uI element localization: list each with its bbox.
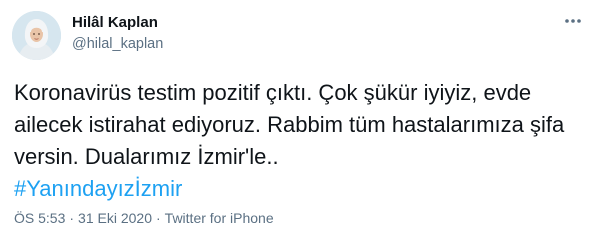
tweet-date[interactable]: 31 Eki 2020 <box>78 210 152 226</box>
more-dots-icon[interactable] <box>561 13 585 29</box>
meta-separator: · <box>69 210 75 226</box>
tweet-time[interactable]: ÖS 5:53 <box>14 210 65 226</box>
author-name[interactable]: Hilâl Kaplan <box>72 14 158 31</box>
tweet-text: Koronavirüs testim pozitif çıktı. Çok şü… <box>14 77 586 205</box>
meta-separator: · <box>156 210 161 226</box>
tweet-meta: ÖS 5:53 · 31 Eki 2020 · Twitter for iPhone <box>14 210 274 226</box>
profile-photo-icon[interactable] <box>12 11 61 60</box>
hashtag-link[interactable]: #Yanındayızİzmir <box>14 173 586 205</box>
tweet-text-line: ailecek istirahat ediyoruz. Rabbim tüm h… <box>14 112 565 137</box>
tweet-card: Hilâl Kaplan @hilal_kaplan Koronavirüs t… <box>0 0 596 246</box>
tweet-text-line: versin. Dualarımız İzmir'le.. <box>14 144 279 169</box>
tweet-source[interactable]: Twitter for iPhone <box>165 210 274 226</box>
author-handle[interactable]: @hilal_kaplan <box>72 36 163 52</box>
tweet-text-line: Koronavirüs testim pozitif çıktı. Çok şü… <box>14 80 532 105</box>
